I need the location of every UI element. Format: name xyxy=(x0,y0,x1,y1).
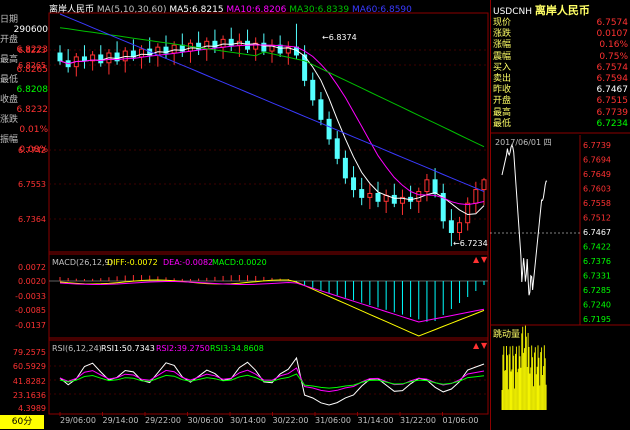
time-tick-label: 30/22:00 xyxy=(273,416,309,425)
mini-price-tick: 6.7603 xyxy=(583,185,611,194)
mini-price-tick: 6.7331 xyxy=(583,272,611,281)
candle-body xyxy=(457,222,463,233)
candle-body xyxy=(277,44,283,54)
candle-body xyxy=(359,189,365,198)
mini-price-tick: 6.7558 xyxy=(583,199,611,208)
macd-tick-label: -0.0033 xyxy=(15,292,46,301)
rsi-tick-label: 60.5929 xyxy=(13,362,46,371)
candle-body xyxy=(204,40,210,50)
rsi3-line xyxy=(59,373,485,389)
candle-body xyxy=(261,42,267,52)
high-annotation: ←6.8374 xyxy=(322,33,357,42)
candle-body xyxy=(310,79,316,101)
candle-body xyxy=(98,54,104,64)
main-chart[interactable]: 6.8223 6.8265 6.7742 6.7553 6.7364 ←6.8374 ←6.… xyxy=(0,0,490,430)
candle-body xyxy=(424,179,430,193)
mini-price-line xyxy=(501,143,548,296)
macd-dea: DEA:-0.0082 xyxy=(163,258,213,267)
candle-body xyxy=(481,179,487,191)
candle-body xyxy=(139,48,145,58)
candle-body xyxy=(220,38,226,48)
panel-frame xyxy=(48,12,489,255)
mini-price-tick: 6.7285 xyxy=(583,286,611,295)
time-tick-label: 29/14:00 xyxy=(103,416,139,425)
macd-diff: DIFF:-0.0072 xyxy=(107,258,158,267)
rsi2-value: RSI2:39.2750 xyxy=(156,344,210,353)
time-tick-label: 29/22:00 xyxy=(145,416,181,425)
time-tick-label: 30/06:00 xyxy=(188,416,224,425)
candle-body xyxy=(351,177,357,191)
candle-body xyxy=(187,42,193,52)
candle-body xyxy=(448,220,454,233)
rsi1-value: RSI1:50.7343 xyxy=(101,344,155,353)
mini-chart[interactable]: 6.7739 6.7694 6.7649 6.7603 6.7558 6.7512 6.74… xyxy=(490,0,630,430)
price-tick-label: 6.7553 xyxy=(18,180,46,189)
candle-body xyxy=(122,50,128,62)
candle-body xyxy=(416,191,422,202)
time-tick-label: 31/06:00 xyxy=(315,416,351,425)
mini-price-tick: 6.7467 xyxy=(583,228,611,237)
price-tick-label: 6.7742 xyxy=(18,146,46,155)
candle-body xyxy=(465,202,471,224)
rsi-tick-label: 4.3989 xyxy=(18,404,46,413)
scroll-down-icon: ▼ xyxy=(481,255,488,264)
time-tick-label: 31/22:00 xyxy=(400,416,436,425)
rsi3-value: RSI3:34.8608 xyxy=(210,344,264,353)
time-tick-label: 29/06:00 xyxy=(60,416,96,425)
candle-body xyxy=(391,194,397,204)
time-tick-label: 30/14:00 xyxy=(230,416,266,425)
candle-body xyxy=(57,52,63,62)
time-tick-label: 31/14:00 xyxy=(358,416,394,425)
mini-price-tick: 6.7739 xyxy=(583,141,611,150)
scroll-up-icon: ▲ xyxy=(473,255,480,264)
scroll-down-icon: ▼ xyxy=(481,341,488,350)
rsi-tick-label: 23.1636 xyxy=(13,391,46,400)
mini-price-tick: 6.7649 xyxy=(583,170,611,179)
macd-tick-label: 0.0072 xyxy=(18,263,46,272)
macd-diff-line xyxy=(59,279,485,337)
ma5-line xyxy=(59,42,485,216)
mini-price-tick: 6.7512 xyxy=(583,214,611,223)
mini-price-tick: 6.7694 xyxy=(583,156,611,165)
candle-body xyxy=(81,56,87,62)
ma10-line xyxy=(59,44,485,206)
macd-value: MACD:0.0020 xyxy=(212,258,267,267)
price-tick-label: 6.7364 xyxy=(18,215,46,224)
mini-price-tick: 6.7195 xyxy=(583,315,611,324)
macd-dea-line xyxy=(59,281,485,323)
time-tick-label: 01/06:00 xyxy=(443,416,479,425)
mini-price-tick: 6.7240 xyxy=(583,301,611,310)
candle-body xyxy=(326,118,332,140)
candle-body xyxy=(155,46,161,56)
candle-body xyxy=(375,192,381,202)
candle-body xyxy=(342,157,348,179)
macd-tick-label: -0.0085 xyxy=(15,306,46,315)
candle-body xyxy=(432,179,438,194)
rsi-tick-label: 41.8282 xyxy=(13,377,46,386)
candle-body xyxy=(473,189,479,204)
price-tick-label: 6.8265 xyxy=(18,61,46,70)
candle-body xyxy=(171,44,177,54)
rsi-title: RSI(6,12,24) xyxy=(52,344,102,353)
price-tick-label: 6.8223 xyxy=(18,46,46,55)
rsi-tick-label: 79.2575 xyxy=(13,348,46,357)
macd-tick-label: 0.0020 xyxy=(18,277,46,286)
mini-price-tick: 6.7422 xyxy=(583,243,611,252)
candle-body xyxy=(334,138,340,159)
period-tab[interactable]: 60分 xyxy=(0,415,44,429)
low-annotation: ←6.7234 xyxy=(453,239,488,248)
macd-tick-label: -0.0137 xyxy=(15,321,46,330)
mini-price-tick: 6.7376 xyxy=(583,257,611,266)
scroll-up-icon: ▲ xyxy=(473,341,480,350)
candle-body xyxy=(367,192,373,198)
macd-title: MACD(26,12,9) xyxy=(52,258,113,267)
candle-body xyxy=(318,99,324,120)
